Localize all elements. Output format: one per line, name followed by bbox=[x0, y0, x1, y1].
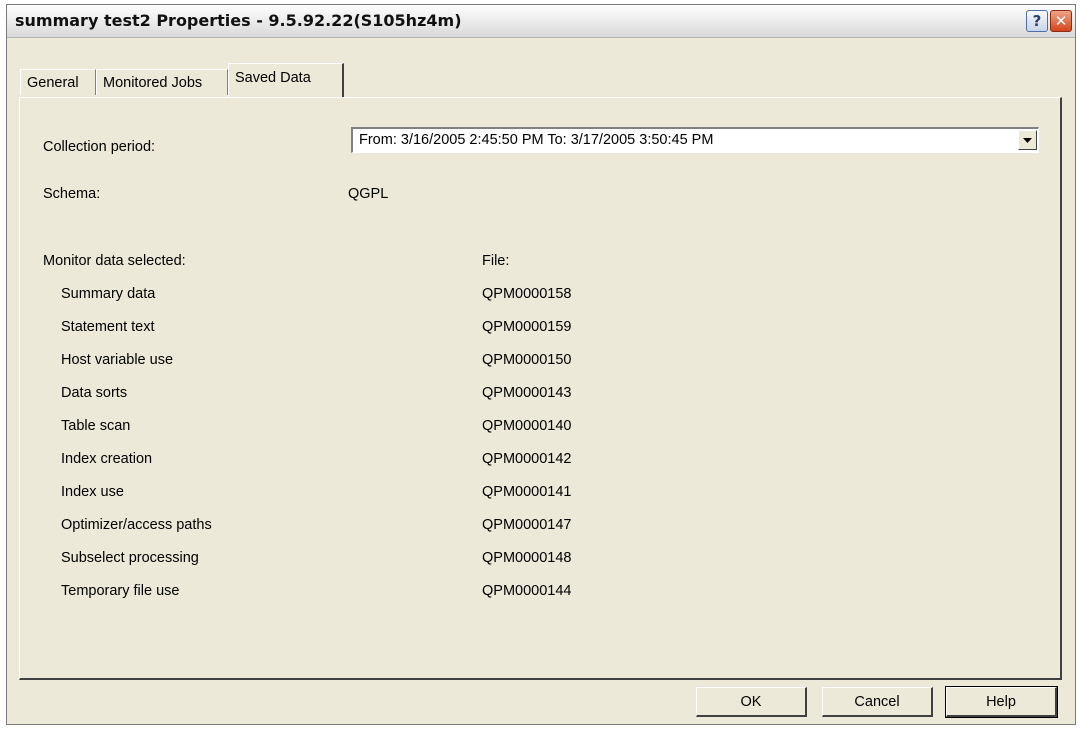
help-icon[interactable]: ? bbox=[1026, 10, 1048, 32]
monitor-item-file: QPM0000144 bbox=[482, 583, 572, 599]
collection-period-dropdown[interactable]: From: 3/16/2005 2:45:50 PM To: 3/17/2005… bbox=[351, 127, 1039, 153]
window-title: summary test2 Properties - 9.5.92.22(S10… bbox=[15, 11, 462, 30]
collection-period-label: Collection period: bbox=[43, 139, 156, 155]
monitor-item-name: Summary data bbox=[61, 286, 156, 302]
monitor-item-file: QPM0000158 bbox=[482, 286, 572, 302]
monitor-item-name: Subselect processing bbox=[61, 550, 199, 566]
chevron-down-icon[interactable] bbox=[1018, 130, 1037, 150]
dialog-content: General Monitored Jobs Saved Data Collec… bbox=[7, 38, 1075, 724]
monitor-item-name: Table scan bbox=[61, 418, 131, 434]
tab-saved-data[interactable]: Saved Data bbox=[228, 63, 344, 97]
close-icon[interactable]: ✕ bbox=[1050, 10, 1072, 32]
monitor-item-file: QPM0000143 bbox=[482, 385, 572, 401]
monitor-item-name: Index use bbox=[61, 484, 124, 500]
properties-dialog: summary test2 Properties - 9.5.92.22(S10… bbox=[6, 4, 1076, 725]
schema-label: Schema: bbox=[43, 186, 101, 202]
monitor-item-file: QPM0000159 bbox=[482, 319, 572, 335]
schema-value: QGPL bbox=[348, 186, 389, 202]
ok-button[interactable]: OK bbox=[696, 687, 807, 717]
file-column-label: File: bbox=[482, 253, 510, 269]
tab-monitored-jobs[interactable]: Monitored Jobs bbox=[96, 69, 228, 95]
monitor-item-name: Statement text bbox=[61, 319, 155, 335]
monitor-item-file: QPM0000148 bbox=[482, 550, 572, 566]
monitor-item-file: QPM0000142 bbox=[482, 451, 572, 467]
monitor-item-name: Temporary file use bbox=[61, 583, 180, 599]
tab-general[interactable]: General bbox=[20, 69, 96, 95]
title-bar[interactable]: summary test2 Properties - 9.5.92.22(S10… bbox=[7, 5, 1075, 38]
monitor-item-name: Data sorts bbox=[61, 385, 128, 401]
cancel-button[interactable]: Cancel bbox=[822, 687, 933, 717]
monitor-item-name: Index creation bbox=[61, 451, 153, 467]
monitor-item-file: QPM0000147 bbox=[482, 517, 572, 533]
help-button[interactable]: Help bbox=[945, 686, 1058, 718]
monitor-item-file: QPM0000150 bbox=[482, 352, 572, 368]
monitor-item-name: Optimizer/access paths bbox=[61, 517, 212, 533]
monitor-item-file: QPM0000141 bbox=[482, 484, 572, 500]
collection-period-value: From: 3/16/2005 2:45:50 PM To: 3/17/2005… bbox=[359, 132, 714, 148]
monitor-item-name: Host variable use bbox=[61, 352, 174, 368]
monitor-item-file: QPM0000140 bbox=[482, 418, 572, 434]
monitor-data-label: Monitor data selected: bbox=[43, 253, 186, 269]
saved-data-panel: Collection period: From: 3/16/2005 2:45:… bbox=[19, 97, 1062, 680]
